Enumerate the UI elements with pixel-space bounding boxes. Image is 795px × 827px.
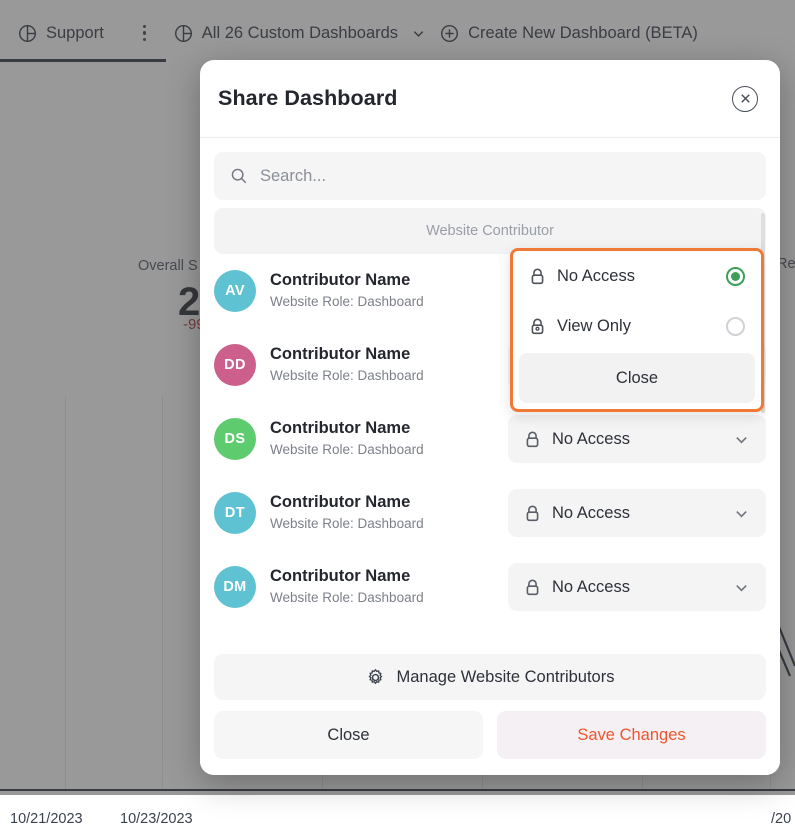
- lock-closed-icon: [524, 504, 541, 523]
- contributor-name: Contributor Name: [270, 567, 411, 586]
- save-changes-button[interactable]: Save Changes: [497, 711, 766, 759]
- axis-label: /20: [771, 811, 792, 827]
- modal-body: Search... Website Contributor AV Contrib…: [200, 138, 780, 638]
- contributor-role: Website Role: Dashboard: [270, 589, 424, 605]
- table-row: DS Contributor Name Website Role: Dashbo…: [214, 402, 766, 476]
- access-option-label: No Access: [557, 266, 635, 285]
- lock-closed-icon: [524, 578, 541, 597]
- access-value: No Access: [552, 577, 630, 596]
- contributor-info: DM Contributor Name Website Role: Dashbo…: [214, 566, 424, 608]
- access-dropdown[interactable]: No Access: [508, 563, 766, 611]
- avatar: DS: [214, 418, 256, 460]
- avatar: DM: [214, 566, 256, 608]
- radio-button-unselected[interactable]: [726, 316, 745, 336]
- contributor-list: Website Contributor AV Contributor Name …: [214, 208, 766, 638]
- access-option-view-only[interactable]: View Only: [513, 301, 761, 351]
- avatar: DT: [214, 492, 256, 534]
- table-row: DM Contributor Name Website Role: Dashbo…: [214, 550, 766, 624]
- gear-icon: [366, 668, 385, 687]
- chevron-down-icon: [733, 505, 750, 522]
- close-circle-icon[interactable]: [732, 85, 758, 112]
- access-value: No Access: [552, 429, 630, 448]
- dropdown-close-button[interactable]: Close: [519, 353, 755, 403]
- save-button-label: Save Changes: [577, 725, 686, 744]
- footer-action-buttons: Close Save Changes: [214, 711, 766, 759]
- modal-title: Share Dashboard: [218, 86, 398, 110]
- access-value: No Access: [552, 503, 630, 522]
- contributor-info: DD Contributor Name Website Role: Dashbo…: [214, 344, 424, 386]
- manage-website-contributors-button[interactable]: Manage Website Contributors: [214, 654, 766, 700]
- avatar-initials: DD: [224, 357, 246, 373]
- list-header-label: Website Contributor: [426, 223, 554, 239]
- cancel-button[interactable]: Close: [214, 711, 483, 759]
- contributor-role: Website Role: Dashboard: [270, 515, 424, 531]
- contributor-role: Website Role: Dashboard: [270, 441, 424, 457]
- lock-closed-icon: [524, 430, 541, 449]
- access-options-dropdown: No Access View Only Close: [510, 248, 764, 412]
- dropdown-close-label: Close: [615, 368, 659, 387]
- access-option-no-access[interactable]: No Access: [513, 251, 761, 301]
- contributor-info: AV Contributor Name Website Role: Dashbo…: [214, 270, 424, 312]
- radio-button-selected[interactable]: [726, 266, 745, 286]
- modal-footer: Manage Website Contributors Close Save C…: [200, 644, 780, 775]
- avatar-initials: DT: [224, 505, 246, 521]
- access-dropdown[interactable]: No Access: [508, 415, 766, 463]
- contributor-role: Website Role: Dashboard: [270, 293, 424, 309]
- lock-keyhole-icon: [529, 317, 546, 336]
- avatar: DD: [214, 344, 256, 386]
- search-input[interactable]: Search...: [214, 152, 766, 200]
- chevron-down-icon: [733, 579, 750, 596]
- contributor-name: Contributor Name: [270, 493, 411, 512]
- avatar-initials: DS: [224, 431, 246, 447]
- avatar-initials: AV: [225, 283, 245, 299]
- contributor-info: DT Contributor Name Website Role: Dashbo…: [214, 492, 424, 534]
- avatar-initials: DM: [223, 579, 247, 595]
- access-option-label: View Only: [557, 316, 631, 335]
- contributor-info: DS Contributor Name Website Role: Dashbo…: [214, 418, 424, 460]
- cancel-button-label: Close: [327, 725, 370, 744]
- contributor-name: Contributor Name: [270, 271, 411, 290]
- contributor-name: Contributor Name: [270, 419, 411, 438]
- table-row: DT Contributor Name Website Role: Dashbo…: [214, 476, 766, 550]
- axis-label: 10/21/2023: [10, 811, 83, 827]
- lock-closed-icon: [529, 267, 546, 286]
- search-icon: [230, 167, 248, 185]
- share-dashboard-modal: Share Dashboard Search... Website Contri…: [200, 60, 780, 775]
- avatar: AV: [214, 270, 256, 312]
- search-placeholder: Search...: [260, 166, 327, 185]
- manage-button-label: Manage Website Contributors: [396, 667, 615, 686]
- chevron-down-icon: [733, 431, 750, 448]
- contributor-name: Contributor Name: [270, 345, 411, 364]
- access-dropdown[interactable]: No Access: [508, 489, 766, 537]
- axis-label: 10/23/2023: [120, 811, 193, 827]
- modal-header: Share Dashboard: [200, 60, 780, 138]
- contributor-role: Website Role: Dashboard: [270, 367, 424, 383]
